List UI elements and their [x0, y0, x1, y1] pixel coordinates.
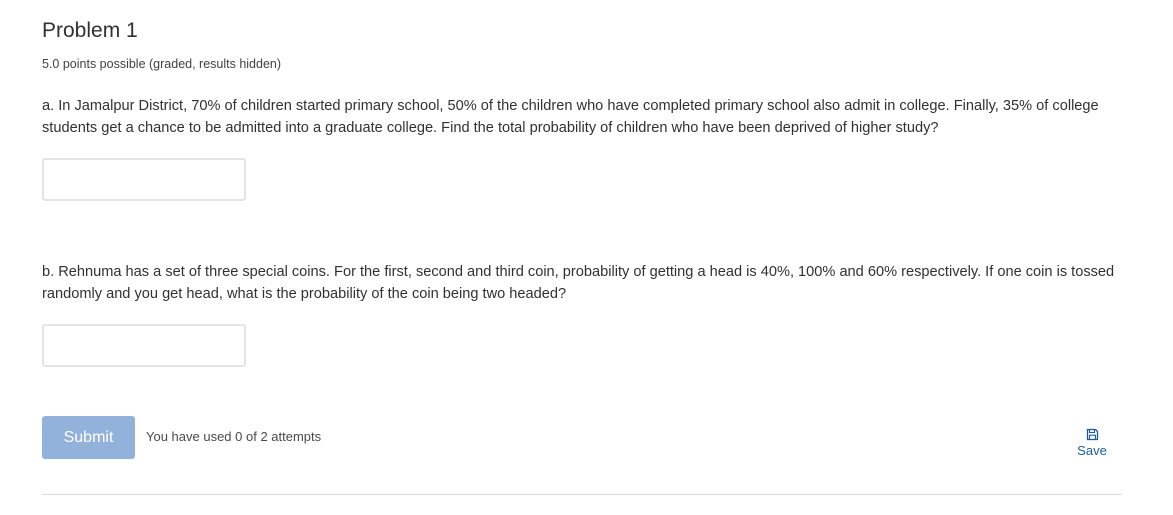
question-a-text: a. In Jamalpur District, 70% of children…: [42, 98, 1099, 136]
save-label: Save: [1077, 443, 1107, 458]
answer-a-input[interactable]: [42, 158, 246, 201]
problem-title: Problem 1: [42, 19, 138, 42]
save-button[interactable]: Save: [1070, 428, 1114, 459]
question-b-text: b. Rehnuma has a set of three special co…: [42, 264, 1115, 302]
bottom-divider: [42, 494, 1122, 495]
problem-block: Problem 1 5.0 points possible (graded, r…: [42, 0, 1122, 515]
attempts-counter: You have used 0 of 2 attempts: [146, 429, 322, 444]
points-note: 5.0 points possible (graded, results hid…: [42, 57, 282, 71]
answer-b-input[interactable]: [42, 324, 246, 367]
floppy-disk-icon: [1086, 428, 1098, 441]
submit-button[interactable]: Submit: [42, 416, 135, 459]
